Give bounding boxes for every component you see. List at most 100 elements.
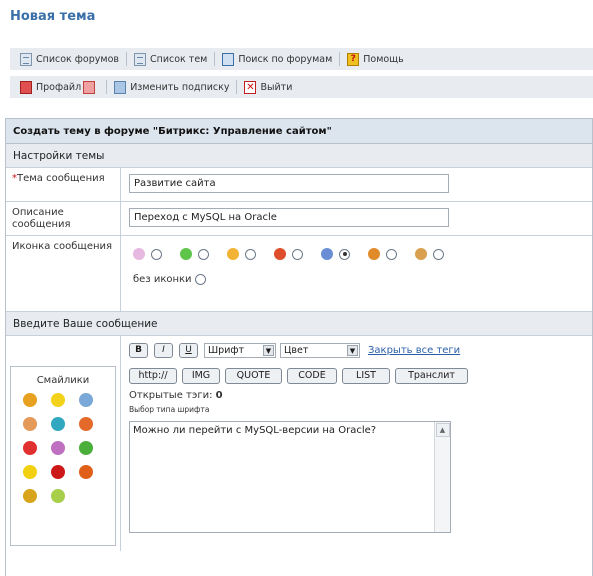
sick-icon[interactable] xyxy=(79,441,93,455)
topic-input[interactable]: Развитие сайта xyxy=(129,174,449,193)
angry-icon[interactable] xyxy=(23,441,37,455)
subscription-icon xyxy=(114,80,127,94)
search-icon xyxy=(222,52,235,66)
sad-icon[interactable] xyxy=(51,441,65,455)
topic-label-text: Тема сообщения xyxy=(17,173,105,184)
message-icon xyxy=(180,248,192,260)
icon-options xyxy=(133,248,584,260)
help-icon: ? xyxy=(347,52,360,66)
smilies-panel: Смайлики xyxy=(10,366,116,546)
smilies-grid xyxy=(11,393,115,503)
icon-radio[interactable] xyxy=(151,248,162,260)
open-tags-info: Открытые тэги: 0 xyxy=(129,390,584,401)
icon-label: Иконка сообщения xyxy=(6,236,121,311)
forum-search-label: Поиск по форумам xyxy=(238,53,333,65)
grin-icon[interactable] xyxy=(79,393,93,407)
italic-button[interactable]: I xyxy=(154,343,173,358)
icon-radio[interactable] xyxy=(292,248,303,260)
icon-option[interactable] xyxy=(368,248,397,260)
icon-radio[interactable] xyxy=(386,248,397,260)
idea-icon[interactable] xyxy=(51,489,65,503)
toolbar-separator xyxy=(106,80,108,94)
icon-row: Иконка сообщения без иконки xyxy=(6,236,592,312)
icon-option[interactable] xyxy=(180,248,209,260)
icon-radio[interactable] xyxy=(339,248,350,260)
icon-option[interactable] xyxy=(133,248,162,260)
topic-list-link[interactable]: Список тем xyxy=(130,52,211,66)
chevron-down-icon: ▼ xyxy=(263,345,274,356)
tag-toolbar: http:// IMG QUOTE CODE LIST Транслит xyxy=(129,368,584,385)
icon-option[interactable] xyxy=(321,248,350,260)
icon-radio[interactable] xyxy=(198,248,209,260)
translit-button[interactable]: Транслит xyxy=(395,368,468,384)
toolbar-separator xyxy=(214,52,216,66)
toolbar-separator xyxy=(125,52,127,66)
close-tags-link[interactable]: Закрыть все теги xyxy=(368,345,460,356)
icon-radio[interactable] xyxy=(245,248,256,260)
no-icon-option[interactable]: без иконки xyxy=(133,274,584,285)
subscription-link[interactable]: Изменить подписку xyxy=(110,80,233,94)
question-icon[interactable] xyxy=(79,465,93,479)
confused-icon[interactable] xyxy=(23,465,37,479)
exit-icon: ✕ xyxy=(244,80,257,94)
forum-search-link[interactable]: Поиск по форумам xyxy=(218,52,336,66)
exclaim-icon[interactable] xyxy=(51,465,65,479)
format-toolbar: B I U Шрифт ▼ Цвет ▼ Закрыть все теги xyxy=(129,342,584,359)
font-hint: Выбор типа шрифта xyxy=(129,405,210,414)
new-topic-form: Создать тему в форуме "Битрикс: Управлен… xyxy=(5,118,593,576)
icon-option[interactable] xyxy=(274,248,303,260)
toolbar-separator xyxy=(339,52,341,66)
list-tag-button[interactable]: LIST xyxy=(342,368,390,384)
quote-tag-button[interactable]: QUOTE xyxy=(225,368,282,384)
laugh-icon[interactable] xyxy=(23,417,37,431)
editor: B I U Шрифт ▼ Цвет ▼ Закрыть все теги http… xyxy=(121,336,592,551)
message-textarea[interactable]: Можно ли перейти с MySQL-верcии на Oracl… xyxy=(129,421,451,533)
forum-list-label: Список форумов xyxy=(36,53,119,65)
tongue-icon[interactable] xyxy=(79,417,93,431)
help-link[interactable]: ? Помощь xyxy=(343,52,407,66)
smilies-title: Смайлики xyxy=(36,375,90,386)
page-title: Новая тема xyxy=(10,9,96,24)
no-icon-radio[interactable] xyxy=(194,274,206,285)
settings-section-title: Настройки темы xyxy=(6,144,592,168)
help-label: Помощь xyxy=(363,53,404,65)
icon-option[interactable] xyxy=(227,248,256,260)
font-select-value: Шрифт xyxy=(208,345,245,356)
code-tag-button[interactable]: CODE xyxy=(287,368,337,384)
logout-link[interactable]: ✕ Выйти xyxy=(240,80,296,94)
forum-list-icon xyxy=(20,52,32,66)
bold-button[interactable]: B xyxy=(129,343,148,358)
form-header: Создать тему в форуме "Битрикс: Управлен… xyxy=(6,119,592,144)
color-select-value: Цвет xyxy=(284,345,309,356)
icon-option[interactable] xyxy=(415,248,444,260)
url-tag-button[interactable]: http:// xyxy=(129,368,177,384)
icon-radio[interactable] xyxy=(433,248,444,260)
scroll-up-icon[interactable]: ▲ xyxy=(435,423,450,437)
description-row: Описание сообщения Переход с MySQL на Or… xyxy=(6,202,592,236)
topic-row: *Тема сообщения Развитие сайта xyxy=(6,168,592,202)
message-icon xyxy=(227,248,239,260)
textarea-scrollbar[interactable]: ▲ xyxy=(434,422,450,532)
user-toolbar: Профайл Изменить подписку ✕ Выйти xyxy=(10,76,593,98)
color-select[interactable]: Цвет ▼ xyxy=(280,343,360,358)
smile-icon[interactable] xyxy=(23,393,37,407)
img-tag-button[interactable]: IMG xyxy=(182,368,220,384)
surprise-icon[interactable] xyxy=(23,489,37,503)
wink-icon[interactable] xyxy=(51,393,65,407)
font-select[interactable]: Шрифт ▼ xyxy=(204,343,276,358)
topic-list-icon xyxy=(133,52,146,66)
topic-list-label: Список тем xyxy=(149,53,208,65)
smilies-column: Смайлики xyxy=(6,336,121,551)
forum-list-link[interactable]: Список форумов xyxy=(16,52,123,66)
open-tags-label: Открытые тэги: xyxy=(129,390,213,401)
chevron-down-icon: ▼ xyxy=(347,345,358,356)
logout-label: Выйти xyxy=(260,81,293,93)
description-input[interactable]: Переход с MySQL на Oracle xyxy=(129,208,449,227)
underline-button[interactable]: U xyxy=(179,343,198,358)
profile-label: Профайл xyxy=(36,81,82,93)
message-icon xyxy=(415,248,427,260)
message-icon xyxy=(368,248,380,260)
profile-extra-icon xyxy=(83,80,96,94)
cool-icon[interactable] xyxy=(51,417,65,431)
profile-link[interactable]: Профайл xyxy=(16,80,103,94)
